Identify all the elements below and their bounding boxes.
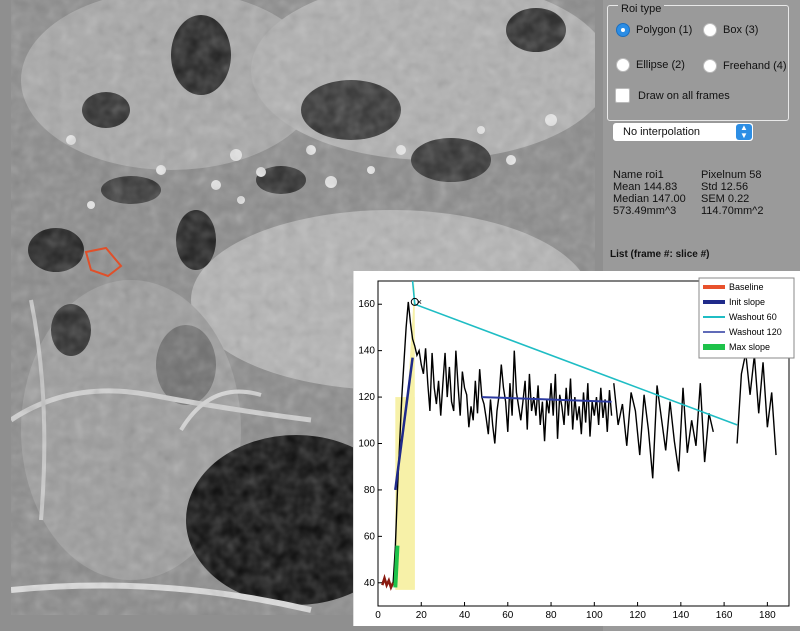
x-tick-label: 0 [375,610,381,621]
max-slope-line [393,545,400,588]
x-tick-label: 60 [502,610,514,621]
radio-box-label: Box (3) [723,24,759,36]
y-tick-label: 100 [358,439,375,450]
legend-label: Init slope [729,297,765,307]
interpolation-value: No interpolation [623,126,701,138]
stat-name: Name roi1 [613,169,664,181]
y-tick-label: 40 [364,578,376,589]
x-tick-label: 100 [586,610,603,621]
roi-stats: Name roi1 Pixelnum 58 Mean 144.83 Std 12.5… [613,169,763,217]
time-curve-chart: 0 20 40 60 80 100 120 140 160 180 40 60 80 100 120 140 1… [353,271,800,626]
radio-polygon[interactable]: Polygon (1) [616,23,692,37]
radio-ellipse[interactable]: Ellipse (2) [616,58,685,72]
x-tick-label: 140 [672,610,689,621]
radio-freehand-label: Freehand (4) [723,60,787,72]
checkbox-icon[interactable] [615,88,630,103]
legend-label: Max slope [729,342,770,352]
legend-label: Washout 60 [729,312,777,322]
y-tick-label: 120 [358,392,375,403]
chevron-updown-icon[interactable]: ▲ ▼ [736,124,752,140]
radio-unselected-icon[interactable] [703,23,717,37]
radio-box[interactable]: Box (3) [703,23,758,37]
stat-std: Std 12.56 [701,181,749,193]
stat-sem: SEM 0.22 [701,193,750,205]
x-tick-label: 160 [716,610,733,621]
radio-ellipse-label: Ellipse (2) [636,59,685,71]
y-tick-label: 80 [364,485,376,496]
peak-x-marker: × [417,297,422,307]
stat-mean: Mean 144.83 [613,181,678,193]
legend-label: Baseline [729,282,764,292]
stat-pixelnum: Pixelnum 58 [701,169,762,181]
legend-label: Washout 120 [729,327,782,337]
radio-unselected-icon[interactable] [616,58,630,72]
radio-freehand[interactable]: Freehand (4) [703,59,787,73]
draw-all-frames-label: Draw on all frames [638,89,730,102]
frame-list-label: List (frame #: slice #) [610,249,710,260]
y-tick-label: 60 [364,531,376,542]
x-tick-label: 80 [545,610,557,621]
x-tick-label: 180 [759,610,776,621]
roi-type-group: Roi type Polygon (1) Box (3) Ellipse (2)… [607,3,789,121]
radio-selected-icon[interactable] [616,23,630,37]
radio-unselected-icon[interactable] [703,59,717,73]
draw-all-frames-checkbox[interactable]: Draw on all frames [615,88,730,103]
radio-polygon-label: Polygon (1) [636,24,693,36]
x-tick-label: 120 [629,610,646,621]
stat-median: Median 147.00 [613,193,686,205]
y-tick-label: 140 [358,346,375,357]
interpolation-select[interactable]: No interpolation ▲ ▼ [612,122,754,142]
x-tick-label: 40 [459,610,471,621]
stat-area: 114.70mm^2 [701,205,764,217]
stat-volume: 573.49mm^3 [613,205,677,217]
x-tick-label: 20 [416,610,428,621]
chart-svg: 0 20 40 60 80 100 120 140 160 180 40 60 80 100 120 140 1… [358,277,795,621]
roi-type-title: Roi type [618,3,665,15]
y-tick-label: 160 [358,299,375,310]
